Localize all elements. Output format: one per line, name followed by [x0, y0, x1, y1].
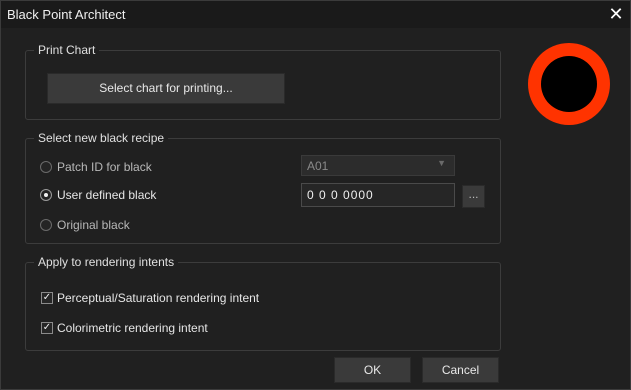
user-defined-black-input[interactable]: 0 0 0 0000 [301, 183, 455, 207]
browse-button[interactable]: ... [462, 185, 485, 208]
radio-original-black-label: Original black [57, 218, 130, 232]
patch-id-value: A01 [307, 159, 329, 173]
title-bar: Black Point Architect ✕ [1, 1, 630, 28]
ok-button[interactable]: OK [334, 357, 411, 383]
patch-id-select[interactable]: A01 ▼ [301, 155, 455, 176]
black-point-swatch [528, 43, 610, 125]
rendering-intents-legend: Apply to rendering intents [34, 255, 179, 269]
dialog-window: Black Point Architect ✕ Print Chart Sele… [0, 0, 631, 390]
rendering-intents-group: Apply to rendering intents ✓ Perceptual/… [25, 255, 501, 351]
check-icon: ✓ [42, 322, 52, 333]
black-recipe-group: Select new black recipe Patch ID for bla… [25, 131, 501, 244]
radio-original-black[interactable] [40, 219, 52, 231]
perceptual-checkbox[interactable]: ✓ [41, 292, 53, 304]
radio-user-defined-label: User defined black [57, 188, 157, 202]
user-defined-black-value: 0 0 0 0000 [307, 188, 374, 202]
cancel-button[interactable]: Cancel [422, 357, 499, 383]
colorimetric-checkbox-label: Colorimetric rendering intent [57, 321, 208, 335]
radio-patch-id-label: Patch ID for black [57, 160, 152, 174]
radio-patch-id[interactable] [40, 161, 52, 173]
window-title: Black Point Architect [7, 7, 126, 22]
swatch-center [541, 56, 597, 112]
perceptual-checkbox-label: Perceptual/Saturation rendering intent [57, 291, 260, 305]
close-icon: ✕ [608, 4, 624, 24]
close-button[interactable]: ✕ [604, 3, 628, 25]
select-chart-button[interactable]: Select chart for printing... [47, 73, 285, 104]
check-icon: ✓ [42, 292, 52, 303]
black-recipe-legend: Select new black recipe [34, 131, 169, 145]
colorimetric-checkbox[interactable]: ✓ [41, 322, 53, 334]
radio-user-defined[interactable] [40, 189, 52, 201]
print-chart-group: Print Chart Select chart for printing... [25, 43, 501, 120]
print-chart-legend: Print Chart [34, 43, 100, 57]
chevron-down-icon: ▼ [437, 158, 446, 168]
